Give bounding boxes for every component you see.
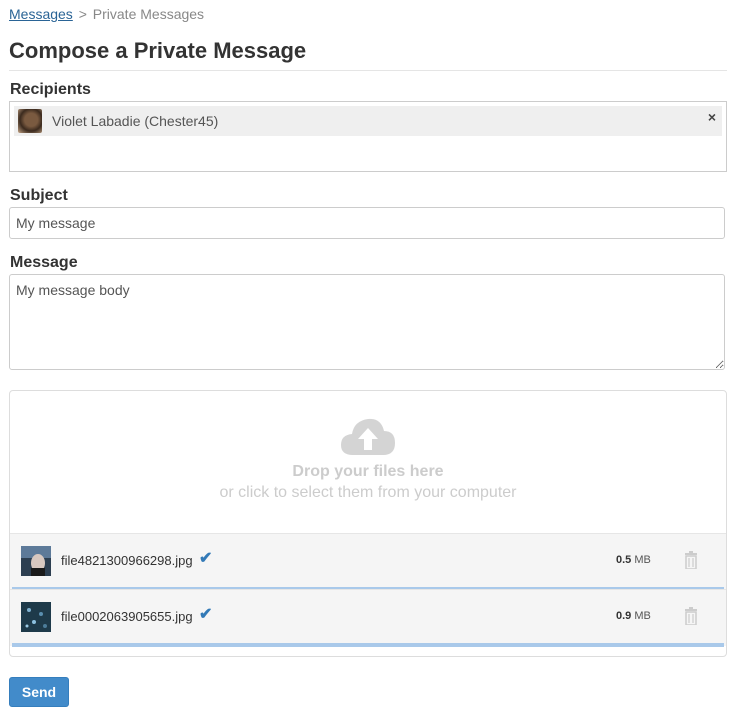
- recipient-name: Violet Labadie (Chester45): [52, 113, 219, 129]
- message-label: Message: [10, 254, 78, 271]
- trash-icon[interactable]: [684, 607, 698, 625]
- breadcrumb-current: Private Messages: [92, 6, 205, 22]
- file-thumbnail: [21, 546, 51, 576]
- drop-area[interactable]: Drop your files here or click to select …: [10, 391, 726, 533]
- dropzone-title: Drop your files here: [292, 463, 444, 480]
- file-thumbnail: [21, 602, 51, 632]
- file-name: file4821300966298.jpg: [61, 553, 193, 568]
- trash-icon[interactable]: [684, 551, 698, 569]
- file-list-item: file0002063905655.jpg ✔ 0.9 MB: [10, 589, 726, 647]
- remove-recipient-icon[interactable]: ×: [708, 109, 716, 125]
- send-button[interactable]: Send: [9, 677, 69, 707]
- recipient-token: Violet Labadie (Chester45) ×: [14, 106, 722, 136]
- file-dropzone: Drop your files here or click to select …: [9, 390, 727, 657]
- recipients-field[interactable]: Violet Labadie (Chester45) ×: [9, 101, 727, 172]
- file-name: file0002063905655.jpg: [61, 609, 193, 624]
- breadcrumb-link-messages[interactable]: Messages: [9, 6, 73, 22]
- breadcrumb-separator: >: [78, 6, 87, 22]
- subject-input[interactable]: [9, 207, 725, 239]
- file-size: 0.5 MB: [616, 554, 651, 566]
- subject-label: Subject: [10, 187, 68, 204]
- message-textarea[interactable]: My message body: [9, 274, 725, 370]
- breadcrumb: Messages > Private Messages: [9, 6, 204, 22]
- cloud-upload-icon: [341, 418, 395, 455]
- file-size: 0.9 MB: [616, 610, 651, 622]
- title-divider: [9, 70, 727, 71]
- recipients-label: Recipients: [10, 81, 91, 98]
- file-size-value: 0.9: [616, 610, 632, 622]
- check-icon: ✔: [199, 606, 213, 623]
- file-size-unit: MB: [634, 554, 651, 566]
- upload-progress-bar: [12, 643, 724, 647]
- check-icon: ✔: [199, 550, 213, 567]
- file-size-value: 0.5: [616, 554, 632, 566]
- page-title: Compose a Private Message: [9, 38, 307, 63]
- file-size-unit: MB: [634, 610, 651, 622]
- file-list-item: file4821300966298.jpg ✔ 0.5 MB: [10, 533, 726, 591]
- dropzone-subtitle: or click to select them from your comput…: [219, 484, 517, 501]
- avatar: [18, 109, 42, 133]
